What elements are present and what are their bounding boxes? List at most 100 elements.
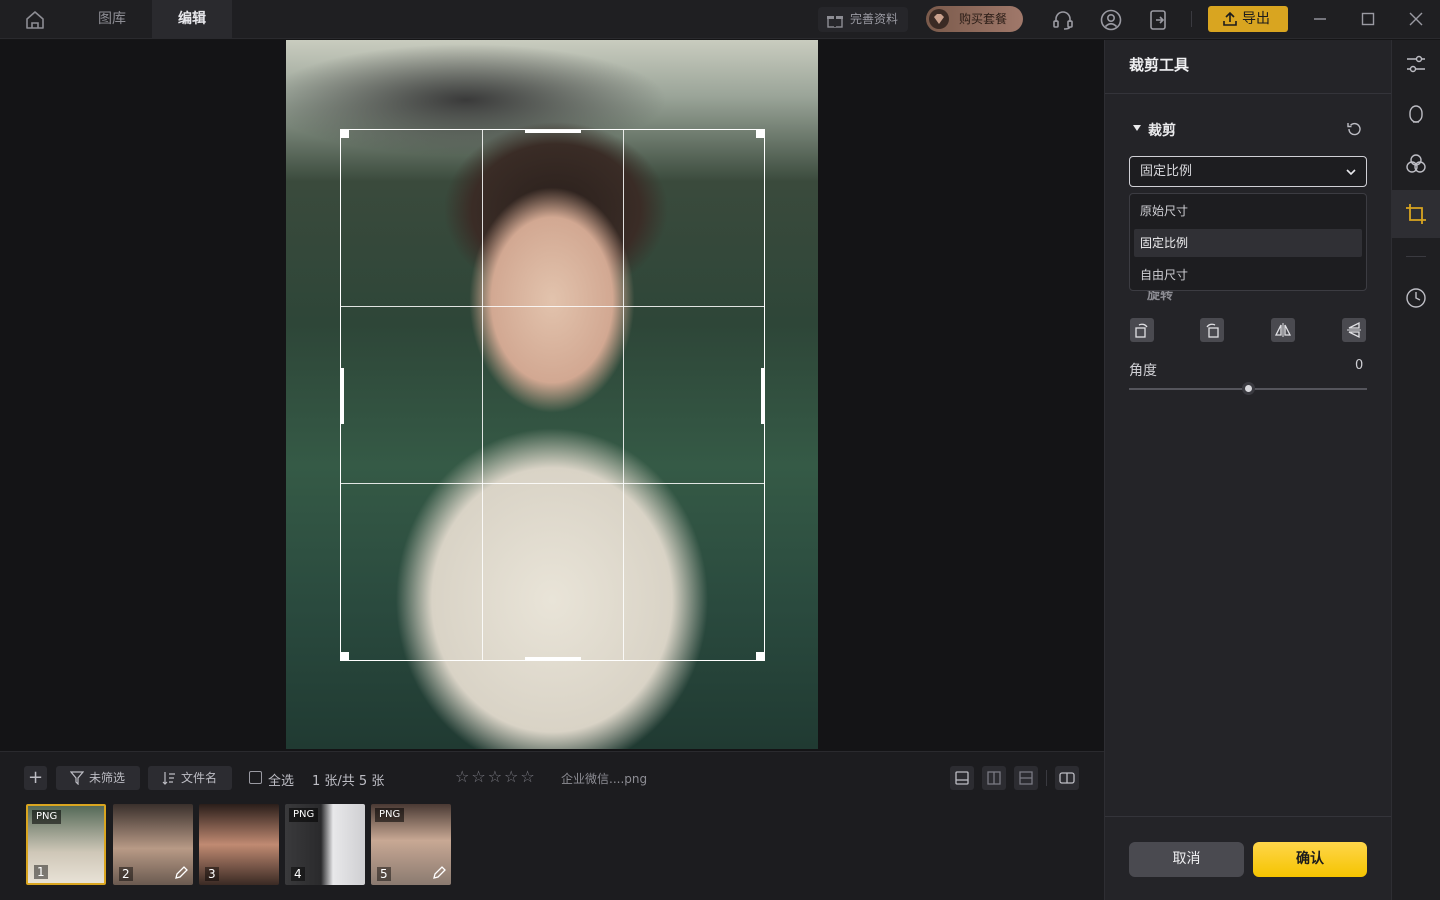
crop-section-label: 裁剪	[1148, 123, 1176, 139]
crop-grid-line	[482, 130, 483, 660]
color-tool-button[interactable]	[1392, 140, 1440, 188]
crop-grid-line	[623, 130, 624, 660]
option-free-size[interactable]: 自由尺寸	[1134, 261, 1362, 289]
export-button[interactable]: 导出	[1208, 6, 1288, 32]
rating-stars[interactable]: ☆☆☆☆☆	[455, 767, 537, 786]
thumbnail-5[interactable]: PNG 5	[371, 804, 451, 885]
flip-vertical-icon[interactable]	[1342, 318, 1366, 342]
crop-handle-bottom-right[interactable]	[756, 652, 765, 661]
split-view-icon[interactable]	[1055, 766, 1079, 790]
thumbnail-3[interactable]: 3	[199, 804, 279, 885]
option-original-size[interactable]: 原始尺寸	[1134, 197, 1362, 225]
maximize-icon[interactable]	[1357, 8, 1379, 30]
image-count: 1 张/共 5 张	[312, 774, 385, 789]
complete-profile-label: 完善资料	[850, 12, 899, 26]
titlebar-divider	[1191, 11, 1192, 27]
panel-title: 裁剪工具	[1129, 56, 1190, 74]
crop-handle-left[interactable]	[340, 368, 344, 424]
crop-grid-line	[341, 483, 764, 484]
angle-label: 角度	[1129, 363, 1157, 379]
history-tool-button[interactable]	[1392, 274, 1440, 322]
close-icon[interactable]	[1405, 8, 1427, 30]
view-divider	[1046, 770, 1047, 786]
color-circles-icon	[1406, 154, 1426, 173]
filter-label: 未筛选	[89, 771, 126, 785]
minimize-icon[interactable]	[1309, 8, 1331, 30]
thumbnail-4[interactable]: PNG 4	[285, 804, 365, 885]
crop-ratio-select[interactable]: 固定比例	[1129, 156, 1367, 187]
add-image-button[interactable]: +	[24, 766, 47, 790]
crop-handle-top-right[interactable]	[756, 129, 765, 138]
caret-down-icon	[1133, 125, 1141, 131]
filter-button[interactable]: 未筛选	[56, 766, 140, 790]
panel-divider	[1105, 93, 1392, 94]
gift-icon	[827, 16, 843, 28]
chevron-down-icon	[1346, 169, 1356, 176]
thumbnail-number: 4	[291, 867, 305, 881]
thumbnail-format-tag: PNG	[375, 808, 405, 822]
cancel-button[interactable]: 取消	[1129, 842, 1244, 877]
crop-tool-panel: 裁剪工具 裁剪 固定比例 旋转 原始尺寸 固定比例 自由尺寸 角度 0 取消 确…	[1104, 40, 1392, 900]
headset-icon[interactable]	[1051, 8, 1075, 32]
face-icon	[1409, 105, 1423, 123]
filmstrip-view-icon[interactable]	[950, 766, 974, 790]
home-icon[interactable]	[24, 9, 46, 31]
sort-label: 文件名	[181, 771, 218, 785]
rotate-right-icon[interactable]	[1200, 318, 1224, 342]
angle-value: 0	[1355, 358, 1364, 373]
clock-icon	[1406, 288, 1426, 308]
edited-icon	[173, 865, 189, 881]
sliders-icon	[1407, 55, 1425, 73]
crop-handle-top[interactable]	[525, 129, 581, 133]
tab-edit[interactable]: 编辑	[152, 0, 232, 39]
compare-horizontal-icon[interactable]	[982, 766, 1006, 790]
thumbnail-1[interactable]: PNG 1	[26, 804, 106, 885]
option-fixed-ratio[interactable]: 固定比例	[1134, 229, 1362, 257]
current-filename: 企业微信....png	[561, 772, 648, 786]
crop-handle-bottom-left[interactable]	[340, 652, 349, 661]
thumbnail-format-tag: PNG	[32, 810, 62, 824]
angle-slider-knob[interactable]	[1242, 382, 1255, 395]
upload-icon	[1223, 11, 1237, 26]
buy-package-label: 购买套餐	[959, 12, 1008, 26]
thumbnail-number: 1	[34, 865, 48, 879]
export-label: 导出	[1242, 11, 1270, 27]
crop-ratio-value: 固定比例	[1140, 164, 1193, 179]
logout-icon[interactable]	[1147, 8, 1171, 32]
confirm-button[interactable]: 确认	[1253, 842, 1367, 877]
crop-section-header[interactable]: 裁剪	[1129, 120, 1176, 140]
flip-horizontal-icon[interactable]	[1271, 318, 1295, 342]
select-all-label: 全选	[268, 774, 295, 789]
sort-button[interactable]: 文件名	[148, 766, 232, 790]
rotate-left-icon[interactable]	[1130, 318, 1154, 342]
tab-gallery[interactable]: 图库	[72, 0, 152, 39]
sort-icon	[162, 772, 175, 785]
user-icon[interactable]	[1099, 8, 1123, 32]
panel-footer: 取消 确认	[1105, 816, 1392, 900]
gem-icon	[929, 9, 949, 29]
filmstrip-bar: + 未筛选 文件名 全选 1 张/共 5 张 ☆☆☆☆☆ 企业微信....png…	[0, 751, 1104, 900]
complete-profile-button[interactable]: 完善资料	[818, 7, 908, 32]
thumbnail-number: 5	[377, 867, 391, 881]
thumbnail-number: 2	[119, 867, 133, 881]
rail-divider	[1406, 256, 1426, 257]
crop-grid-line	[341, 306, 764, 307]
thumbnail-2[interactable]: 2	[113, 804, 193, 885]
tool-rail	[1391, 40, 1440, 900]
portrait-tool-button[interactable]	[1392, 90, 1440, 138]
crop-tool-button[interactable]	[1392, 190, 1440, 238]
crop-handle-bottom[interactable]	[525, 657, 581, 661]
thumbnail-format-tag: PNG	[289, 808, 319, 822]
buy-package-button[interactable]: 购买套餐	[926, 6, 1023, 32]
crop-handle-top-left[interactable]	[340, 129, 349, 138]
crop-box[interactable]	[340, 129, 765, 661]
title-bar: 图库 编辑 完善资料 购买套餐 导出	[0, 0, 1440, 39]
thumbnail-number: 3	[205, 867, 219, 881]
reset-icon[interactable]	[1345, 120, 1363, 138]
edited-icon	[431, 865, 447, 881]
crop-handle-right[interactable]	[761, 368, 765, 424]
compare-vertical-icon[interactable]	[1014, 766, 1038, 790]
adjust-tool-button[interactable]	[1392, 40, 1440, 88]
crop-ratio-dropdown: 原始尺寸 固定比例 自由尺寸	[1129, 193, 1367, 291]
select-all-checkbox[interactable]	[249, 771, 262, 784]
